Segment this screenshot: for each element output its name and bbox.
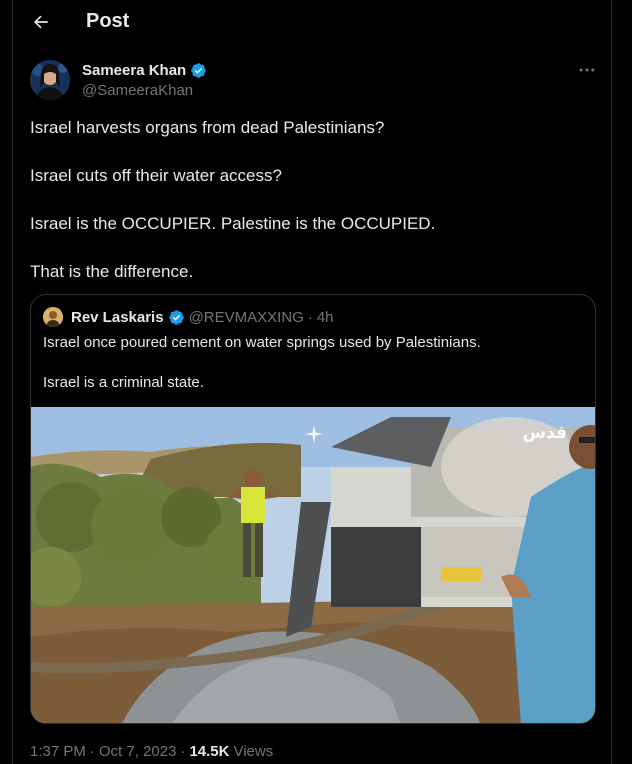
author-name[interactable]: Sameera Khan <box>82 62 186 79</box>
separator: · <box>180 742 186 760</box>
post-header: Post <box>13 0 611 44</box>
tweet-line: That is the difference. <box>30 262 194 281</box>
tweet-line: Israel cuts off their water access? <box>30 166 282 185</box>
views-label: Views <box>233 742 274 760</box>
page-title: Post <box>86 10 130 32</box>
arrow-left-icon <box>33 15 48 29</box>
verified-badge-icon <box>191 63 206 78</box>
avatar[interactable] <box>30 60 70 100</box>
back-button[interactable] <box>29 10 53 34</box>
quoted-text-line: Israel is a criminal state. <box>43 374 204 391</box>
tweet-text: Israel harvests organs from dead Palesti… <box>30 116 590 284</box>
quoted-post-header: Rev Laskaris @REVMAXXING · 4h <box>43 307 334 327</box>
post-meta: 1:37 PM · Oct 7, 2023 · 14.5K Views <box>30 741 273 761</box>
more-button[interactable] <box>574 60 600 80</box>
author-name-line: Sameera Khan <box>82 62 207 79</box>
author-row: Sameera Khan @SameeraKhan <box>30 58 600 102</box>
quoted-text-line: Israel once poured cement on water sprin… <box>43 334 481 351</box>
video-watermark: قدس <box>522 423 567 442</box>
quoted-post-age[interactable]: 4h <box>317 309 334 326</box>
sparkle-icon <box>304 424 324 444</box>
verified-badge-icon <box>168 309 184 325</box>
column-border-right <box>611 0 612 764</box>
quoted-post-card[interactable]: Rev Laskaris @REVMAXXING · 4h Israel onc… <box>30 294 596 724</box>
separator: · <box>307 308 313 326</box>
more-horizontal-icon <box>579 68 595 72</box>
post-time[interactable]: 1:37 PM <box>30 743 86 760</box>
quoted-author-handle[interactable]: @REVMAXXING <box>189 309 304 326</box>
tweet-line: Israel is the OCCUPIER. Palestine is the… <box>30 214 436 233</box>
separator: · <box>89 742 95 760</box>
author-handle[interactable]: @SameeraKhan <box>82 82 193 99</box>
views-count: 14.5K <box>189 742 230 760</box>
post-date[interactable]: Oct 7, 2023 <box>99 743 177 760</box>
quoted-video-thumbnail[interactable]: قدس <box>31 407 595 723</box>
quoted-author-name[interactable]: Rev Laskaris <box>71 309 164 326</box>
quoted-post-text: Israel once poured cement on water sprin… <box>43 333 583 393</box>
quoted-avatar[interactable] <box>43 307 63 327</box>
tweet-line: Israel harvests organs from dead Palesti… <box>30 118 385 137</box>
column-border-left <box>12 0 13 764</box>
